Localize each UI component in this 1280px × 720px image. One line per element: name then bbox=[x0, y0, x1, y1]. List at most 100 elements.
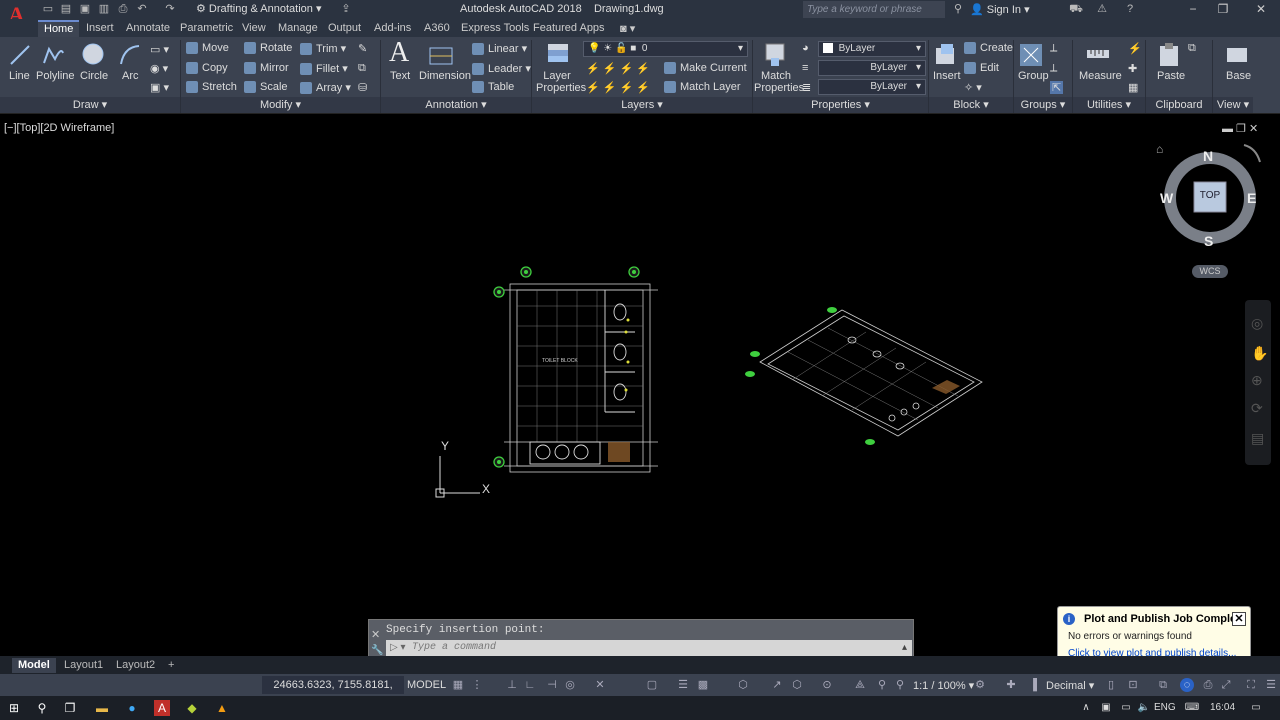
circle-button[interactable]: Circle bbox=[80, 70, 108, 82]
erase-icon[interactable]: ✎ bbox=[358, 42, 367, 55]
mirror-button[interactable]: Mirror bbox=[244, 62, 289, 75]
quick-select-icon[interactable]: ⚡ bbox=[1128, 42, 1142, 55]
offset-icon[interactable]: ⛁ bbox=[358, 81, 367, 94]
showmotion-icon[interactable]: ▤ bbox=[1251, 430, 1264, 447]
tab-home[interactable]: Home bbox=[38, 20, 80, 37]
edge-browser-icon[interactable]: ● bbox=[124, 700, 140, 716]
trim-button[interactable]: Trim ▾ bbox=[300, 42, 346, 56]
close-icon[interactable]: ✕ bbox=[1246, 0, 1276, 19]
viewport-controls[interactable]: [−][Top][2D Wireframe] bbox=[4, 122, 114, 134]
tab-manage[interactable]: Manage bbox=[278, 22, 318, 34]
windows-start-icon[interactable]: ⊞ bbox=[6, 700, 22, 716]
coordinates-display[interactable]: 24663.6323, 7155.8181, 0.0000 bbox=[262, 676, 404, 709]
viewport-window-controls[interactable]: ▬ ❐ ✕ bbox=[1222, 122, 1258, 135]
tab-model[interactable]: Model bbox=[12, 658, 56, 673]
action-center-icon[interactable]: ▭ bbox=[1248, 700, 1264, 716]
array-button[interactable]: Array ▾ bbox=[300, 81, 351, 95]
annotation-monitor-icon[interactable]: ✚ bbox=[1004, 678, 1018, 692]
plot-status-icon[interactable]: ⤢ bbox=[1219, 678, 1233, 692]
layer-tools-icons-2[interactable]: ⚡ ⚡ ⚡ ⚡ bbox=[586, 81, 650, 94]
tray-chevron-icon[interactable]: ∧ bbox=[1078, 700, 1094, 716]
toilet-plan-drawing[interactable]: TOILET BLOCK bbox=[490, 262, 665, 477]
utilities-panel-label[interactable]: Utilities ▾ bbox=[1073, 97, 1145, 113]
help-icon[interactable]: ? bbox=[1122, 2, 1138, 16]
osnap-icon[interactable]: ▢ bbox=[645, 678, 659, 692]
viewcube-north[interactable]: N bbox=[1203, 148, 1213, 164]
model-space-button[interactable]: MODEL bbox=[407, 679, 446, 691]
annotation-autoscale-icon[interactable]: ⚲ bbox=[893, 678, 907, 692]
ortho-icon[interactable]: ∟ bbox=[523, 678, 537, 692]
layer-properties-button[interactable]: Layer Properties bbox=[536, 70, 586, 94]
workspace-switch-icon[interactable]: ⚙ bbox=[973, 678, 987, 692]
tray-app-icon[interactable]: ▣ bbox=[1098, 700, 1114, 716]
customization-icon[interactable]: ☰ bbox=[1264, 678, 1278, 692]
view-panel-label[interactable]: View ▾ bbox=[1213, 97, 1253, 113]
block-attributes-icon[interactable]: ✧ ▾ bbox=[964, 81, 982, 94]
match-layer-button[interactable]: Match Layer bbox=[664, 81, 741, 94]
calculator-icon[interactable]: ▦ bbox=[1128, 81, 1138, 94]
polyline-button[interactable]: Polyline bbox=[36, 70, 75, 82]
tab-a360[interactable]: A360 bbox=[424, 22, 450, 34]
modify-panel-label[interactable]: Modify ▾ bbox=[181, 97, 380, 113]
units-dropdown[interactable]: Decimal ▾ bbox=[1046, 679, 1094, 692]
quick-properties-icon[interactable]: ▐ bbox=[1026, 678, 1040, 692]
groups-panel-label[interactable]: Groups ▾ bbox=[1014, 97, 1072, 113]
search-input[interactable]: Type a keyword or phrase bbox=[803, 1, 945, 18]
tab-express-tools[interactable]: Express Tools bbox=[461, 22, 529, 34]
hatch-icon[interactable]: ◉ ▾ bbox=[150, 62, 168, 75]
properties-panel-label[interactable]: Properties ▾ bbox=[753, 97, 928, 113]
cart-icon[interactable]: ⛟ bbox=[1068, 2, 1084, 16]
table-button[interactable]: Table bbox=[472, 81, 514, 94]
printer-icon[interactable]: ⎙ bbox=[1201, 678, 1215, 692]
group-selection-icon[interactable]: ⇱ bbox=[1050, 81, 1064, 94]
copy-button[interactable]: Copy bbox=[186, 62, 228, 75]
block-panel-label[interactable]: Block ▾ bbox=[929, 97, 1013, 113]
new-file-icon[interactable]: ▭ bbox=[40, 2, 56, 16]
volume-icon[interactable]: 🔈 bbox=[1136, 700, 1152, 716]
steering-wheel-icon[interactable]: ◎ bbox=[1251, 315, 1263, 332]
viewcube-south[interactable]: S bbox=[1204, 233, 1213, 249]
fillet-button[interactable]: Fillet ▾ bbox=[300, 62, 348, 76]
close-command-line-icon[interactable]: ✕ bbox=[371, 628, 380, 641]
clean-screen-icon[interactable]: ◌ bbox=[1180, 678, 1194, 692]
measure-button[interactable]: Measure bbox=[1079, 70, 1122, 82]
make-current-button[interactable]: Make Current bbox=[664, 62, 747, 75]
match-properties-button[interactable]: Match Properties bbox=[754, 70, 804, 94]
viewcube-east[interactable]: E bbox=[1247, 190, 1256, 206]
sign-in-button[interactable]: 👤 Sign In ▾ bbox=[970, 3, 1030, 16]
annotation-panel-label[interactable]: Annotation ▾ bbox=[381, 97, 531, 113]
exchange-icon[interactable]: ⚠ bbox=[1094, 2, 1110, 16]
tab-annotate[interactable]: Annotate bbox=[126, 22, 170, 34]
tab-layout2[interactable]: Layout2 bbox=[110, 658, 161, 673]
lineweight-toggle-icon[interactable]: ☰ bbox=[676, 678, 690, 692]
clock[interactable]: 16:04 bbox=[1210, 702, 1235, 713]
zoom-extents-icon[interactable]: ⊕ bbox=[1251, 372, 1263, 389]
customize-icon[interactable]: 🔧 bbox=[371, 645, 383, 656]
line-button[interactable]: Line bbox=[9, 70, 30, 82]
selection-cycling-icon[interactable]: ⬡ bbox=[736, 678, 750, 692]
create-block-button[interactable]: Create bbox=[964, 42, 1013, 55]
dynamic-ucs-icon[interactable]: ⬡ bbox=[790, 678, 804, 692]
redo-icon[interactable]: ↷ bbox=[162, 2, 178, 16]
dimension-button[interactable]: Dimension bbox=[419, 70, 471, 82]
tab-add-ins[interactable]: Add-ins bbox=[374, 22, 411, 34]
autocad-taskbar-icon[interactable]: A bbox=[154, 700, 170, 716]
tab-featured-apps[interactable]: Featured Apps bbox=[533, 22, 605, 34]
clipboard-panel-label[interactable]: Clipboard bbox=[1146, 97, 1212, 113]
add-layout-icon[interactable]: + bbox=[162, 658, 180, 673]
pan-icon[interactable]: ✋ bbox=[1251, 345, 1268, 362]
group-button[interactable]: Group bbox=[1018, 70, 1049, 82]
region-icon[interactable]: ▣ ▾ bbox=[150, 81, 169, 94]
rotate-button[interactable]: Rotate bbox=[244, 42, 292, 55]
lock-ui-icon[interactable]: ▯ bbox=[1104, 678, 1118, 692]
scale-button[interactable]: Scale bbox=[244, 81, 288, 94]
linetype-dropdown[interactable]: ByLayer ▾ bbox=[818, 79, 926, 95]
layer-tools-icons[interactable]: ⚡ ⚡ ⚡ ⚡ bbox=[586, 62, 650, 75]
input-language[interactable]: ENG bbox=[1154, 702, 1176, 713]
share-icon[interactable]: ⇪ bbox=[338, 2, 354, 16]
polar-icon[interactable]: ⊣ bbox=[545, 678, 559, 692]
copy-clip-icon[interactable]: ⧉ bbox=[1188, 42, 1196, 55]
undo-icon[interactable]: ↶ bbox=[134, 2, 150, 16]
isolate-objects-icon[interactable]: ⊡ bbox=[1126, 678, 1140, 692]
fullscreen-icon[interactable]: ⛶ bbox=[1244, 678, 1258, 692]
